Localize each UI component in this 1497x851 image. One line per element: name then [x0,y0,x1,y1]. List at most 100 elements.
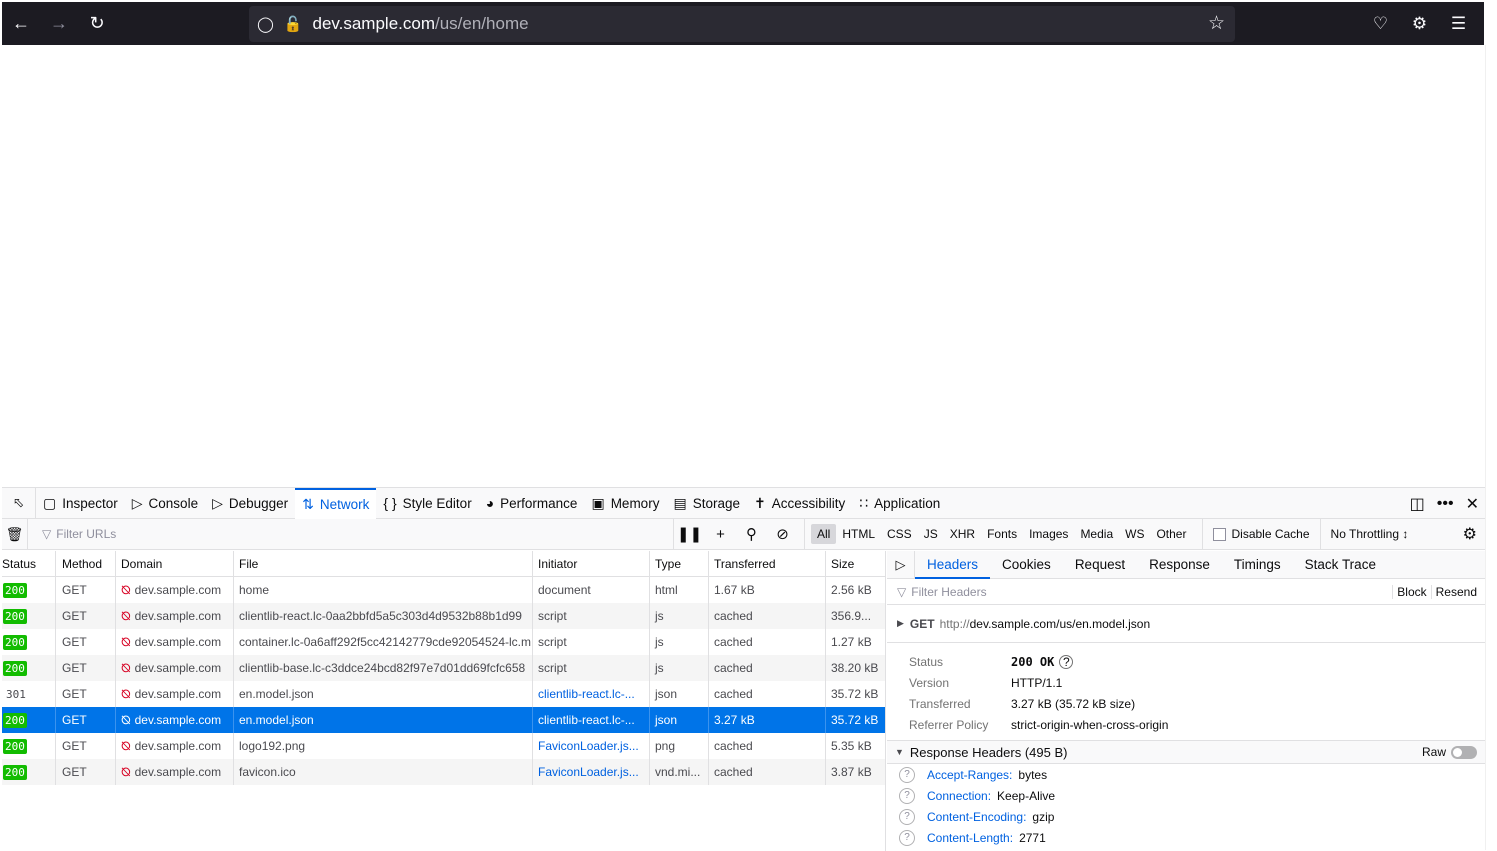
table-row[interactable]: 200 GET ⦰ dev.sample.com container.lc-0a6aff… [2,629,885,655]
help-icon[interactable]: ? [899,808,915,825]
tab-label: Storage [692,495,740,511]
clear-button[interactable]: 🗑 [2,518,28,550]
column-size[interactable]: Size [826,551,885,576]
search-icon[interactable]: ⚲ [736,525,767,543]
column-status[interactable]: Status [2,551,56,576]
column-initiator[interactable]: Initiator [533,551,650,576]
initiator-cell[interactable]: FaviconLoader.js... [533,759,650,785]
filter-images[interactable]: Images [1023,524,1074,544]
forward-button[interactable]: → [40,2,78,45]
table-row[interactable]: 301 GET ⦰ dev.sample.com en.model.json client… [2,681,885,707]
filter-other[interactable]: Other [1150,524,1192,544]
tab-performance[interactable]: ◕ Performance [479,488,585,519]
url-bar[interactable]: ◯ 🔓 dev.sample.com/us/en/home ☆ [249,6,1235,42]
raw-switch[interactable] [1451,745,1477,759]
filter-html[interactable]: HTML [836,524,881,544]
toggle-panel-button[interactable]: ▷ [887,550,915,579]
filter-media[interactable]: Media [1074,524,1119,544]
extensions-icon[interactable]: ⚙ [1400,14,1439,34]
details-tab-timings[interactable]: Timings [1222,551,1293,579]
request-summary[interactable]: ▶ GET http://dev.sample.com/us/en.model.… [887,605,1485,643]
response-header-row[interactable]: ? Content-Length: 2771 [887,827,1485,848]
filter-headers-input[interactable]: ▽ Filter Headers Block Resend [887,579,1485,605]
dock-icon[interactable]: ◫ [1410,494,1425,514]
initiator-cell[interactable]: FaviconLoader.js... [533,733,650,759]
filter-css[interactable]: CSS [881,524,918,544]
details-tab-stack-trace[interactable]: Stack Trace [1293,551,1388,579]
more-options-icon[interactable]: ••• [1437,495,1454,513]
add-icon[interactable]: + [705,526,736,543]
column-type[interactable]: Type [650,551,709,576]
url-text[interactable]: dev.sample.com/us/en/home [312,14,528,34]
response-headers-section[interactable]: ▼ Response Headers (495 B) Raw [887,740,1485,764]
details-tab-headers[interactable]: Headers [915,551,991,579]
table-row[interactable]: 200 GET ⦰ dev.sample.com clientlib-base.lc-c… [2,655,885,681]
tab-storage[interactable]: ▤ Storage [666,488,747,519]
filter-js[interactable]: JS [918,524,944,544]
tab-accessibility[interactable]: ✝ Accessibility [747,488,852,519]
reload-button[interactable]: ↻ [78,2,116,45]
request-rows: 200 GET ⦰ dev.sample.com home document html 1.6… [2,577,885,785]
help-icon[interactable]: ? [899,829,915,846]
pause-icon[interactable]: ❚❚ [674,525,705,543]
domain-cell: ⦰ dev.sample.com [116,603,234,629]
close-icon[interactable]: ✕ [1466,494,1479,514]
page-scrollbar[interactable] [1485,45,1497,850]
back-button[interactable]: ← [2,2,40,45]
table-row[interactable]: 200 GET ⦰ dev.sample.com en.model.json client… [2,707,885,733]
filter-urls-input[interactable]: ▽ Filter URLs [28,527,673,541]
table-row[interactable]: 200 GET ⦰ dev.sample.com home document html 1.6… [2,577,885,603]
initiator-cell[interactable]: clientlib-react.lc-... [533,707,650,733]
details-tab-response[interactable]: Response [1137,551,1222,579]
initiator-cell[interactable]: clientlib-react.lc-... [533,681,650,707]
menu-icon[interactable]: ☰ [1439,14,1478,34]
block-icon[interactable]: ⊘ [767,525,798,543]
column-method[interactable]: Method [56,551,116,576]
gear-icon[interactable]: ⚙ [1463,524,1477,544]
disable-cache-checkbox[interactable] [1213,527,1227,541]
filter-all[interactable]: All [811,524,837,544]
help-icon[interactable]: ? [899,766,915,783]
element-picker-button[interactable]: ⬁ [2,487,36,519]
bookmark-star-icon[interactable]: ☆ [1208,12,1225,35]
column-file[interactable]: File [234,551,533,576]
block-button[interactable]: Block [1392,585,1430,599]
tab-memory[interactable]: ▣ Memory [584,488,666,519]
initiator-text[interactable]: FaviconLoader.js... [538,739,639,753]
pocket-icon[interactable]: ♡ [1361,14,1400,34]
details-tab-request[interactable]: Request [1063,551,1137,579]
help-icon[interactable]: ? [1059,654,1074,669]
insecure-lock-icon[interactable]: 🔓 [284,15,303,33]
details-tab-cookies[interactable]: Cookies [990,551,1063,579]
tab-application[interactable]: ∷ Application [852,488,947,519]
field-referrer-policy: Referrer Policy strict-origin-when-cross-… [887,714,1485,735]
request-details-panel: ▷ Headers Cookies Request Response Timin… [887,550,1485,851]
table-row[interactable]: 200 GET ⦰ dev.sample.com logo192.png FaviconL… [2,733,885,759]
filter-fonts[interactable]: Fonts [981,524,1023,544]
table-row[interactable]: 200 GET ⦰ dev.sample.com clientlib-react.lc-… [2,603,885,629]
response-header-row[interactable]: ? Connection: Keep-Alive [887,785,1485,806]
tab-console[interactable]: ▷ Console [125,488,205,519]
help-icon[interactable]: ? [899,787,915,804]
tab-inspector[interactable]: ▢ Inspector [36,488,125,519]
filter-xhr[interactable]: XHR [944,524,981,544]
initiator-text[interactable]: clientlib-react.lc-... [538,713,635,727]
tab-network[interactable]: ⇅ Network [295,487,377,519]
column-transferred[interactable]: Transferred [709,551,826,576]
response-header-row[interactable]: ? Content-Encoding: gzip [887,806,1485,827]
table-row[interactable]: 200 GET ⦰ dev.sample.com favicon.ico FaviconL… [2,759,885,785]
resend-button[interactable]: Resend [1430,585,1481,599]
disable-cache-toggle[interactable]: Disable Cache [1202,518,1310,550]
response-header-row[interactable]: ? Accept-Ranges: bytes [887,764,1485,785]
tab-style-editor[interactable]: { } Style Editor [376,488,478,519]
file-cell: en.model.json [234,707,533,733]
column-domain[interactable]: Domain [116,551,234,576]
throttling-select[interactable]: No Throttling ↕ [1319,518,1408,550]
shield-icon[interactable]: ◯ [257,15,274,33]
initiator-text[interactable]: FaviconLoader.js... [538,765,639,779]
header-value: Keep-Alive [997,788,1056,803]
filter-ws[interactable]: WS [1119,524,1150,544]
raw-toggle[interactable]: Raw [1422,745,1477,759]
tab-debugger[interactable]: ▷ Debugger [205,488,295,519]
initiator-text[interactable]: clientlib-react.lc-... [538,687,635,701]
